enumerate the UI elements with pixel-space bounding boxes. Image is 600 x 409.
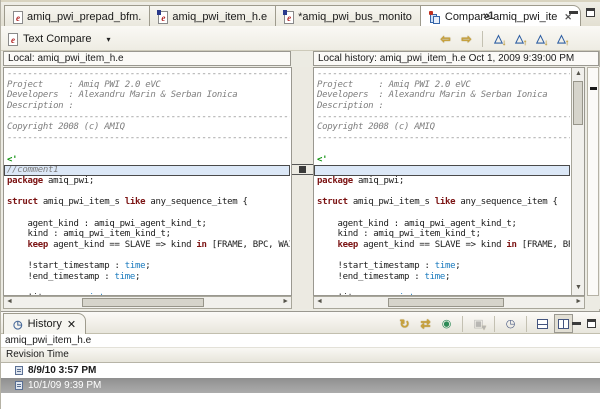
e-file-marked-icon: e (283, 9, 295, 24)
tab-label: *amiq_pwi_bus_monito (298, 11, 412, 23)
horizontal-scroll-thumb[interactable] (82, 298, 204, 307)
tab-compare-editor[interactable]: Compare amiq_pwi_ite ✕ (419, 5, 581, 28)
tab-history[interactable]: ◷ History ✕ (3, 313, 87, 334)
toolbar-separator (494, 315, 495, 332)
arrow-down-icon: ↓ (544, 38, 548, 47)
compare-toolbar: e Text Compare ▾ ⇦ ⇨ △ ↓ △ ↑ △ ↓ △ ↑ (1, 26, 600, 51)
revision-time-column-header[interactable]: Revision Time (1, 348, 600, 363)
horizontal-scroll-thumb[interactable] (388, 298, 504, 307)
left-horizontal-scrollbar[interactable]: ◄ ► (3, 296, 292, 309)
history-tabbar: ◷ History ✕ ↻ ⇄ ◉ ▣ ▾ ◷ (1, 312, 600, 334)
revision-row[interactable]: 8/9/10 3:57 PM (1, 363, 600, 378)
previous-change-button[interactable]: △ ↑ (552, 29, 571, 48)
history-tab-label: History (27, 318, 62, 330)
history-view: ◷ History ✕ ↻ ⇄ ◉ ▣ ▾ ◷ amiq_pwi_item_h.… (1, 311, 600, 409)
link-with-editor-icon: ⇄ (420, 316, 431, 331)
tab-amiq-pwi-prepad-bfm[interactable]: e amiq_pwi_prepad_bfm. (4, 5, 150, 28)
diff-overview-ruler[interactable] (587, 67, 599, 296)
e-file-marked-icon: e (157, 9, 169, 24)
pin-view-button[interactable]: ◉ (437, 314, 456, 333)
right-vertical-scrollbar[interactable]: ▲ ▼ (571, 68, 584, 295)
compare-mode-clock-icon: ◷ (505, 318, 516, 330)
right-pane-header: Local history: amiq_pwi_item_h.e Oct 1, … (313, 51, 599, 66)
diff-center-gutter (292, 67, 313, 309)
vertical-scroll-thumb[interactable] (573, 81, 583, 125)
toolbar-separator (482, 30, 483, 47)
chevron-down-icon: ▾ (481, 323, 486, 332)
scroll-right-icon[interactable]: ► (575, 298, 582, 305)
tab-amiq-pwi-bus-monito[interactable]: e *amiq_pwi_bus_monito (275, 5, 420, 28)
tab-overflow-chevron[interactable]: »1 (483, 10, 494, 22)
next-difference-button[interactable]: △ ↓ (489, 29, 508, 48)
scroll-left-icon[interactable]: ◄ (316, 298, 323, 305)
arrow-up-icon: ↑ (523, 38, 527, 47)
maximize-icon[interactable] (586, 8, 595, 17)
eclipse-window: e amiq_pwi_prepad_bfm. e amiq_pwi_item_h… (0, 0, 600, 409)
vertical-layout-icon (558, 318, 569, 329)
copy-left-arrow-icon: ⇦ (440, 31, 451, 46)
refresh-button[interactable]: ↻ (395, 314, 414, 333)
revision-row-selected[interactable]: 10/1/09 9:39 PM (1, 378, 600, 393)
link-with-editor-button[interactable]: ⇄ (416, 314, 435, 333)
horizontal-layout-button[interactable] (533, 314, 552, 333)
compare-icon (428, 10, 441, 24)
scroll-right-icon[interactable]: ► (282, 298, 289, 305)
history-file-label: amiq_pwi_item_h.e (1, 334, 600, 348)
toolbar-separator (462, 315, 463, 332)
scroll-up-icon[interactable]: ▲ (575, 70, 582, 77)
copy-right-arrow-icon: ⇨ (461, 31, 472, 46)
group-revisions-button[interactable]: ▣ ▾ (469, 314, 488, 333)
minimize-icon[interactable] (572, 319, 581, 328)
refresh-icon: ↻ (399, 316, 410, 331)
scroll-down-icon[interactable]: ▼ (575, 284, 582, 291)
close-icon[interactable]: ✕ (67, 318, 76, 331)
toolbar-separator (526, 315, 527, 332)
revision-time: 10/1/09 9:39 PM (28, 380, 102, 391)
history-clock-icon: ◷ (13, 318, 23, 331)
e-file-icon: e (8, 32, 18, 46)
e-file-icon: e (13, 10, 23, 24)
previous-difference-button[interactable]: △ ↑ (510, 29, 529, 48)
left-pane-header: Local: amiq_pwi_item_h.e (3, 51, 291, 66)
scroll-left-icon[interactable]: ◄ (6, 298, 13, 305)
revision-icon (15, 366, 23, 375)
viewer-switch-label: Text Compare (23, 33, 92, 45)
right-source-pane[interactable]: ----------------------------------------… (313, 67, 585, 296)
horizontal-layout-icon (537, 318, 548, 329)
tab-label: Compare amiq_pwi_ite (444, 11, 558, 23)
tab-label: amiq_pwi_prepad_bfm. (27, 11, 142, 23)
left-code-text: ----------------------------------------… (4, 69, 290, 295)
diff-overview-mark[interactable] (590, 87, 597, 90)
next-change-button[interactable]: △ ↓ (531, 29, 550, 48)
right-code-text: ----------------------------------------… (314, 69, 570, 295)
arrow-down-icon: ↓ (502, 38, 506, 47)
copy-left-to-right-button[interactable]: ⇨ (457, 29, 476, 48)
pin-icon: ◉ (441, 318, 452, 330)
compare-body: ----------------------------------------… (1, 67, 600, 309)
viewer-switch-dropdown[interactable]: e Text Compare ▾ (8, 30, 111, 48)
editor-tabbar: e amiq_pwi_prepad_bfm. e amiq_pwi_item_h… (1, 0, 600, 28)
chevron-down-icon: ▾ (106, 34, 111, 44)
revision-icon (15, 381, 23, 390)
vertical-layout-button[interactable] (554, 314, 573, 333)
tab-amiq-pwi-item-h-e[interactable]: e amiq_pwi_item_h.e (149, 5, 276, 28)
diff-connector-handle[interactable] (299, 166, 306, 173)
left-source-pane[interactable]: ----------------------------------------… (3, 67, 292, 296)
revision-time: 8/9/10 3:57 PM (28, 365, 97, 376)
minimize-icon[interactable] (569, 8, 578, 17)
tab-label: amiq_pwi_item_h.e (172, 11, 268, 23)
right-horizontal-scrollbar[interactable]: ◄ ► (313, 296, 585, 309)
compare-mode-button[interactable]: ◷ (501, 314, 520, 333)
maximize-icon[interactable] (587, 319, 596, 328)
copy-right-to-left-button[interactable]: ⇦ (436, 29, 455, 48)
arrow-up-icon: ↑ (565, 38, 569, 47)
